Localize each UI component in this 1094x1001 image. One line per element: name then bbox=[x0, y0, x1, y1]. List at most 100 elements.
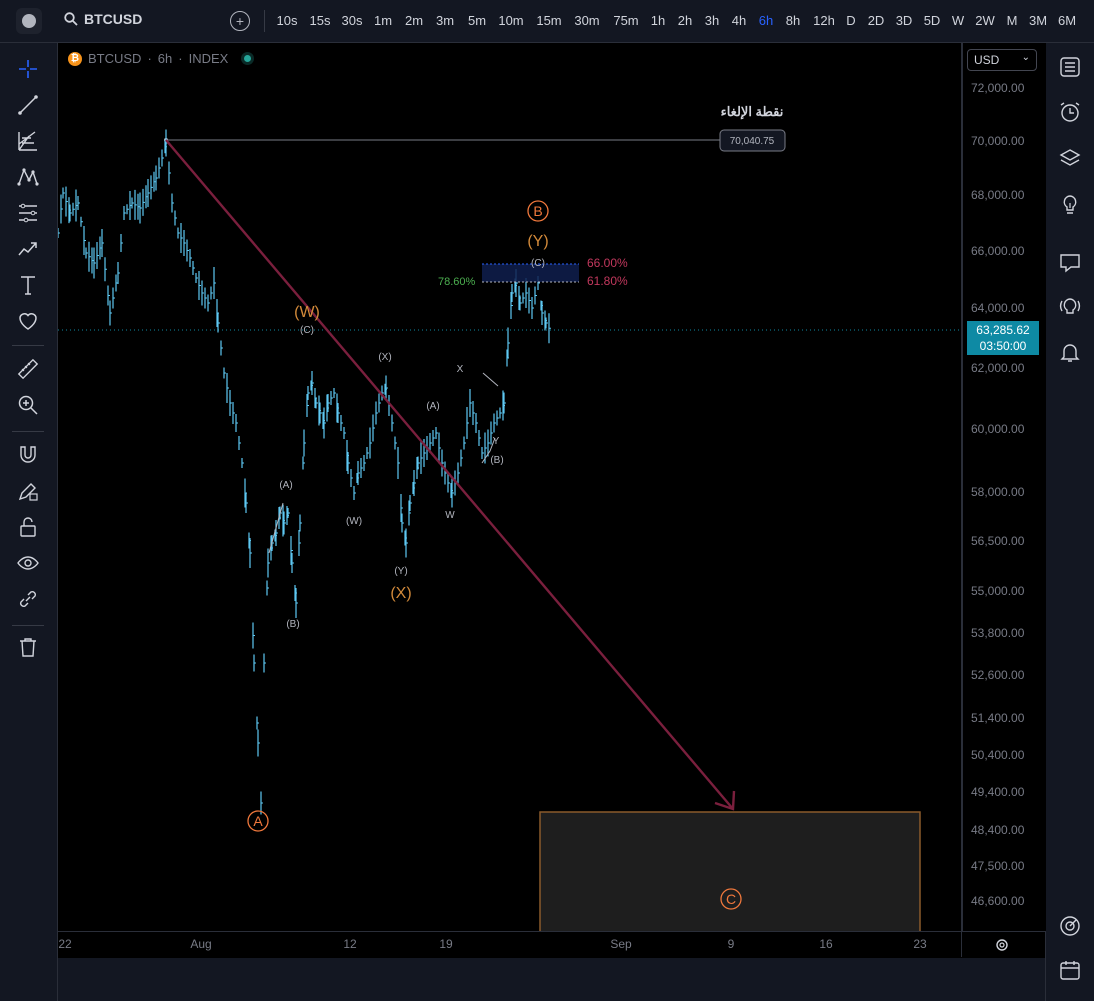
price-tick: 66,000.00 bbox=[971, 244, 1025, 258]
interval-2D[interactable]: 2D bbox=[868, 13, 885, 28]
time-axis[interactable]: 22 Aug 12 19 Sep 9 16 23 bbox=[58, 931, 1045, 958]
invalidation-label: نقطة الإلغاء bbox=[721, 104, 784, 120]
candles-group bbox=[58, 129, 551, 815]
left-drawing-toolbar bbox=[0, 43, 57, 1001]
interval-W[interactable]: W bbox=[952, 13, 964, 28]
interval-15m[interactable]: 15m bbox=[536, 13, 561, 28]
crosshair-icon[interactable] bbox=[16, 57, 40, 81]
interval-3M[interactable]: 3M bbox=[1029, 13, 1047, 28]
legend-dot: · bbox=[178, 51, 183, 66]
interval-8h[interactable]: 8h bbox=[786, 13, 800, 28]
watchlist-icon[interactable] bbox=[1058, 55, 1082, 79]
lock-icon[interactable] bbox=[16, 515, 40, 539]
lock-drawing-icon[interactable] bbox=[16, 479, 40, 503]
interval-15s[interactable]: 15s bbox=[310, 13, 331, 28]
interval-10m[interactable]: 10m bbox=[498, 13, 523, 28]
fib-icon[interactable] bbox=[16, 129, 40, 153]
wave-y-label: (Y) bbox=[527, 233, 548, 250]
chart-pane[interactable]: A B C (W) (X) (Y) (C) (A) (B) (W) (X) (Y… bbox=[58, 43, 961, 931]
interval-5m[interactable]: 5m bbox=[468, 13, 486, 28]
wave-x-label: (X) bbox=[390, 585, 411, 602]
wave-w-label: (W) bbox=[294, 304, 320, 321]
currency-select[interactable]: USD ⌄ bbox=[967, 49, 1037, 71]
alarm-clock-icon[interactable] bbox=[1058, 100, 1082, 124]
ruler-icon[interactable] bbox=[16, 357, 40, 381]
projection-icon[interactable] bbox=[16, 201, 40, 225]
heart-icon[interactable] bbox=[16, 309, 40, 333]
bell-icon[interactable] bbox=[1058, 340, 1082, 364]
invalidation-price: 70,040.75 bbox=[730, 136, 775, 147]
trend-line-icon[interactable] bbox=[16, 93, 40, 117]
interval-10s[interactable]: 10s bbox=[277, 13, 298, 28]
interval-1h[interactable]: 1h bbox=[651, 13, 665, 28]
currency-label: USD bbox=[974, 53, 1000, 67]
trash-icon[interactable] bbox=[16, 635, 40, 659]
interval-2h[interactable]: 2h bbox=[678, 13, 692, 28]
sub-label: X bbox=[457, 364, 464, 375]
divider bbox=[12, 625, 44, 626]
chat-icon[interactable] bbox=[1058, 251, 1082, 275]
price-tick: 46,600.00 bbox=[971, 894, 1025, 908]
interval-75m[interactable]: 75m bbox=[613, 13, 638, 28]
wave-a-label: A bbox=[253, 813, 263, 829]
sub-label: (A) bbox=[279, 480, 292, 491]
text-icon[interactable] bbox=[16, 273, 40, 297]
signal-icon[interactable] bbox=[1058, 295, 1082, 319]
price-tick: 50,400.00 bbox=[971, 748, 1025, 762]
divider bbox=[12, 431, 44, 432]
interval-3D[interactable]: 3D bbox=[896, 13, 913, 28]
prediction-icon[interactable] bbox=[16, 237, 40, 261]
link-icon[interactable] bbox=[16, 587, 40, 611]
interval-4h[interactable]: 4h bbox=[732, 13, 746, 28]
target-icon[interactable] bbox=[1058, 914, 1082, 938]
divider bbox=[12, 345, 44, 346]
sub-label: (C) bbox=[531, 258, 545, 269]
sub-label: W bbox=[445, 510, 455, 521]
magnet-icon[interactable] bbox=[16, 443, 40, 467]
fib-label-786: 78.60% bbox=[438, 276, 476, 288]
legend-exchange: INDEX bbox=[188, 51, 229, 66]
trend-arrow[interactable] bbox=[165, 139, 734, 810]
price-chart[interactable]: A B C (W) (X) (Y) (C) (A) (B) (W) (X) (Y… bbox=[58, 43, 961, 931]
gear-icon[interactable] bbox=[992, 935, 1012, 955]
time-tick: 16 bbox=[819, 937, 833, 951]
interval-6h[interactable]: 6h bbox=[759, 13, 773, 28]
interval-30m[interactable]: 30m bbox=[574, 13, 599, 28]
price-tick: 68,000.00 bbox=[971, 188, 1025, 202]
interval-30s[interactable]: 30s bbox=[342, 13, 363, 28]
symbol-search[interactable]: BTCUSD bbox=[64, 11, 142, 27]
market-status-dot bbox=[244, 55, 252, 62]
calendar-icon[interactable] bbox=[1058, 958, 1082, 982]
layers-icon[interactable] bbox=[1058, 147, 1082, 171]
interval-6M[interactable]: 6M bbox=[1058, 13, 1076, 28]
chart-legend[interactable]: ₿ BTCUSD · 6h · INDEX bbox=[68, 51, 252, 66]
fib-label-66: 66.00% bbox=[587, 256, 628, 270]
interval-2m[interactable]: 2m bbox=[405, 13, 423, 28]
interval-1m[interactable]: 1m bbox=[374, 13, 392, 28]
axis-corner bbox=[961, 931, 962, 957]
app-logo[interactable] bbox=[16, 8, 42, 34]
fib-label-618: 61.80% bbox=[587, 274, 628, 288]
interval-5D[interactable]: 5D bbox=[924, 13, 941, 28]
legend-interval: 6h bbox=[157, 51, 173, 66]
interval-3m[interactable]: 3m bbox=[436, 13, 454, 28]
interval-12h[interactable]: 12h bbox=[813, 13, 835, 28]
price-tick: 49,400.00 bbox=[971, 785, 1025, 799]
eye-icon[interactable] bbox=[16, 551, 40, 575]
target-zone-c[interactable] bbox=[539, 811, 921, 931]
zoom-in-icon[interactable] bbox=[16, 393, 40, 417]
interval-3h[interactable]: 3h bbox=[705, 13, 719, 28]
interval-2W[interactable]: 2W bbox=[975, 13, 995, 28]
time-tick: 19 bbox=[439, 937, 453, 951]
idea-icon[interactable] bbox=[1058, 193, 1082, 217]
sub-label: (C) bbox=[300, 325, 314, 336]
interval-D[interactable]: D bbox=[846, 13, 855, 28]
symbol-name: BTCUSD bbox=[84, 11, 143, 27]
current-price: 63,285.62 bbox=[976, 323, 1030, 337]
interval-M[interactable]: M bbox=[1007, 13, 1018, 28]
compare-add-button[interactable]: + bbox=[230, 11, 250, 31]
price-axis[interactable]: USD ⌄ 72,000.00 70,000.00 68,000.00 66,000.0… bbox=[962, 43, 1046, 931]
pattern-icon[interactable] bbox=[16, 165, 40, 189]
price-tick: 72,000.00 bbox=[971, 81, 1025, 95]
time-tick: 9 bbox=[727, 937, 735, 951]
